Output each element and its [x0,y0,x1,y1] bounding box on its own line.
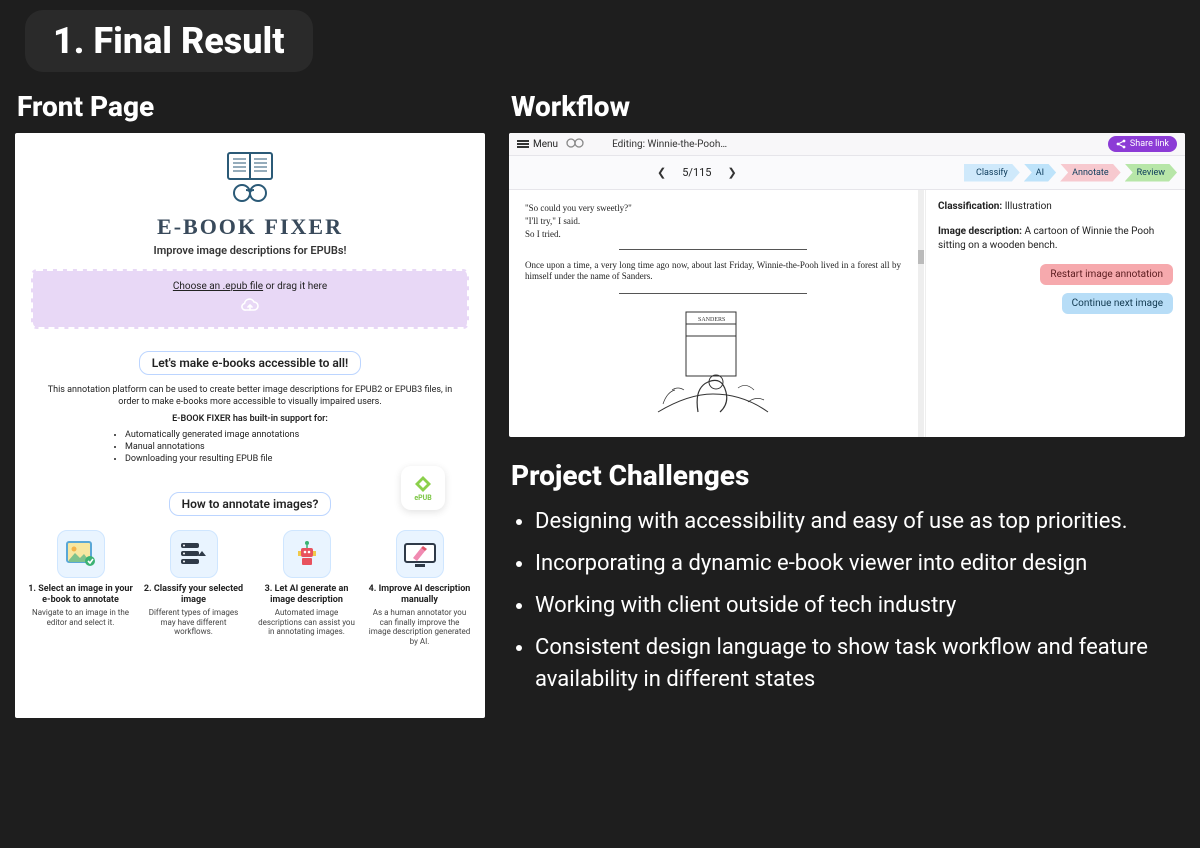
app-subtitle: Improve image descriptions for EPUBs! [25,244,475,257]
challenge-item: Working with client outside of tech indu… [535,590,1185,622]
divider [619,249,807,250]
annotation-panel: Classification: Illustration Image descr… [925,190,1185,437]
builtin-line: E-BOOK FIXER has built-in support for: [25,414,475,424]
chevron-left-icon[interactable]: ❮ [657,166,666,179]
continue-next-button[interactable]: Continue next image [1062,293,1173,314]
robot-icon [283,530,331,578]
challenge-item: Incorporating a dynamic e-book viewer in… [535,548,1185,580]
book-illustration[interactable]: SANDERS [525,304,901,427]
image-description-label: Image description: [938,226,1022,237]
step-desc: Automated image descriptions can assist … [253,608,360,637]
step-1: 1. Select an image in your e-book to ann… [27,530,134,646]
step-desc: As a human annotator you can finally imp… [366,608,473,646]
chip-classify[interactable]: Classify [964,164,1020,182]
step-desc: Different types of images may have diffe… [140,608,247,637]
editing-label: Editing: Winnie-the-Pooh… [612,139,727,150]
book-viewer[interactable]: "So could you very sweetly?" "I'll try,"… [509,190,917,437]
intro-paragraph: This annotation platform can be used to … [43,385,457,408]
book-line: "I'll try," I said. [525,216,901,226]
restart-annotation-button[interactable]: Restart image annotation [1040,264,1173,285]
book-paragraph: Once upon a time, a very long time ago n… [525,260,901,283]
frontpage-screenshot: E-BOOK FIXER Improve image descriptions … [15,133,485,718]
chevron-right-icon[interactable]: ❯ [728,166,737,179]
editor-topbar: Menu Editing: Winnie-the-Pooh… Share lin… [509,133,1185,156]
callout-howto: How to annotate images? [169,492,332,516]
right-column: Workflow Menu Editing: Winnie-the-Pooh… … [509,84,1185,718]
step-title: 4. Improve AI description manually [366,584,473,605]
challenge-item: Consistent design language to show task … [535,632,1185,696]
step-title: 3. Let AI generate an image description [253,584,360,605]
image-icon [57,530,105,578]
feature-item: Downloading your resulting EPUB file [125,454,475,464]
steps-row: 1. Select an image in your e-book to ann… [27,530,473,646]
divider [619,293,807,294]
challenges-list: Designing with accessibility and easy of… [535,506,1185,695]
upload-choose-link[interactable]: Choose an .epub file [173,281,263,292]
edit-monitor-icon [396,530,444,578]
upload-instruction: Choose an .epub file or drag it here [43,281,457,292]
workflow-heading: Workflow [511,90,1185,123]
feature-item: Manual annotations [125,442,475,452]
app-logo [25,149,475,210]
glasses-icon [566,137,584,152]
step-3: 3. Let AI generate an image description … [253,530,360,646]
slide-title: 1. Final Result [53,20,285,62]
share-icon [1116,139,1126,149]
menu-button[interactable]: Menu [517,139,558,150]
feature-item: Automatically generated image annotation… [125,430,475,440]
svg-text:SANDERS: SANDERS [698,317,725,323]
step-title: 2. Classify your selected image [140,584,247,605]
chip-annotate[interactable]: Annotate [1060,164,1121,182]
two-column-layout: Front Page [15,84,1185,718]
list-icon [170,530,218,578]
workflow-screenshot: Menu Editing: Winnie-the-Pooh… Share lin… [509,133,1185,437]
step-4: 4. Improve AI description manually As a … [366,530,473,646]
editor-subbar: ❮ 5/115 ❯ Classify AI Annotate Review [509,156,1185,189]
challenge-item: Designing with accessibility and easy of… [535,506,1185,538]
chip-review[interactable]: Review [1125,164,1177,182]
workflow-chips: Classify AI Annotate Review [964,164,1177,182]
epub-badge: ePUB [401,466,445,510]
image-description-row: Image description: A cartoon of Winnie t… [938,225,1173,252]
editor-body: "So could you very sweetly?" "I'll try,"… [509,190,1185,437]
app-title: E-BOOK FIXER [25,214,475,240]
step-title: 1. Select an image in your e-book to ann… [27,584,134,605]
chip-ai[interactable]: AI [1024,164,1056,182]
share-button[interactable]: Share link [1108,136,1177,152]
frontpage-heading: Front Page [17,90,485,123]
page-counter: 5/115 [682,166,711,179]
hamburger-icon [517,139,529,149]
step-desc: Navigate to an image in the editor and s… [27,608,134,627]
book-line: So I tried. [525,229,901,239]
callout-accessible: Let's make e-books accessible to all! [139,351,362,375]
pager: ❮ 5/115 ❯ [657,166,737,179]
slide-title-pill: 1. Final Result [25,10,313,72]
left-column: Front Page [15,84,485,718]
scrollbar[interactable] [918,190,924,437]
classification-row: Classification: Illustration [938,200,1173,214]
challenges-heading: Project Challenges [511,459,1185,492]
upload-dropzone[interactable]: Choose an .epub file or drag it here [31,269,469,329]
features-list: Automatically generated image annotation… [125,430,475,464]
classification-label: Classification: [938,201,1002,212]
upload-cloud-icon [43,298,457,317]
step-2: 2. Classify your selected image Differen… [140,530,247,646]
book-line: "So could you very sweetly?" [525,203,901,213]
